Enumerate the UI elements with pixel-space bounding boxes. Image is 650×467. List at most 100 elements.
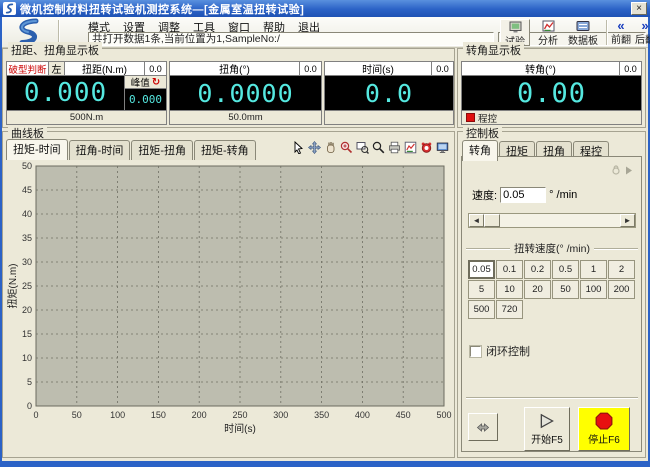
svg-text:25: 25	[22, 281, 32, 291]
closed-loop-checkbox[interactable]	[470, 346, 481, 357]
peak-label: 峰值	[131, 75, 150, 89]
angle-value: 0.0000	[170, 76, 321, 110]
snapshot-icon[interactable]	[419, 140, 433, 154]
toolbar-separator-2	[606, 20, 607, 45]
time-header-value: 0.0	[431, 62, 453, 75]
stop-button[interactable]: 停止F6	[578, 407, 630, 451]
hand-icon[interactable]	[323, 140, 337, 154]
databoard-button-label: 数据板	[568, 32, 598, 47]
svg-text:200: 200	[192, 410, 207, 420]
display-panel-group: 扭距、扭角显示板 破型判断 左 扭距(N.m) 0.0 0.000 峰值 ↻ 0…	[2, 48, 455, 128]
scroll-left-icon[interactable]: ◄	[469, 214, 484, 227]
rotation-display-unit: 转角(°) 0.0 0.00 程控	[461, 61, 642, 125]
speed-scrollbar[interactable]: ◄ ►	[468, 213, 636, 228]
svg-text:0: 0	[33, 410, 38, 420]
prev-button[interactable]: « 前翻	[610, 19, 632, 46]
control-tab-content: 速度: ° /min ◄ ► 扭转速度(° /min) 0.050.10.20.…	[461, 156, 642, 452]
speed-preset-button[interactable]: 0.2	[524, 260, 551, 279]
zoom-icon[interactable]	[371, 140, 385, 154]
svg-text:0: 0	[27, 401, 32, 411]
display-panel-group-title: 扭距、扭角显示板	[8, 42, 102, 58]
torque-display-unit: 破型判断 左 扭距(N.m) 0.0 0.000 峰值 ↻ 0.000 500N…	[6, 61, 167, 125]
speed-presets-group: 扭转速度(° /min) 0.050.10.20.512510205010020…	[466, 241, 638, 329]
rotation-header: 转角(°)	[462, 62, 619, 75]
speed-preset-button[interactable]: 0.05	[468, 260, 495, 279]
play-icon	[538, 412, 556, 430]
svg-text:150: 150	[151, 410, 166, 420]
curve-chart[interactable]: 0510152025303540455005010015020025030035…	[6, 160, 452, 456]
speed-preset-button[interactable]: 5	[468, 280, 495, 299]
svg-text:350: 350	[314, 410, 329, 420]
close-button[interactable]: ×	[631, 2, 647, 15]
curve-tab[interactable]: 扭矩-扭角	[131, 140, 193, 160]
torque-header-value: 0.0	[144, 62, 166, 75]
speed-label: 速度:	[472, 187, 497, 203]
speed-preset-button[interactable]: 1	[580, 260, 607, 279]
closed-loop-row[interactable]: 闭环控制	[470, 343, 530, 359]
speed-preset-button[interactable]: 720	[496, 300, 523, 319]
speed-row: 速度: ° /min	[472, 187, 577, 203]
speed-preset-button[interactable]: 100	[580, 280, 607, 299]
pointer-icon[interactable]	[291, 140, 305, 154]
window-border-bottom	[0, 461, 650, 467]
control-separator	[466, 397, 638, 399]
jog-button[interactable]	[468, 413, 498, 441]
scroll-right-icon[interactable]: ►	[620, 214, 635, 227]
speed-preset-button[interactable]: 10	[496, 280, 523, 299]
next-button[interactable]: » 后翻	[634, 19, 650, 46]
speed-preset-grid: 0.050.10.20.512 5102050100200 500720	[466, 260, 638, 319]
peak-column: 峰值 ↻ 0.000	[124, 76, 166, 110]
control-tab[interactable]: 转角	[462, 140, 498, 161]
speed-preset-button[interactable]: 20	[524, 280, 551, 299]
zoom-window-icon[interactable]	[355, 140, 369, 154]
prev-icon: «	[617, 20, 624, 31]
rotation-value: 0.00	[462, 76, 641, 110]
angle-header-value: 0.0	[299, 62, 321, 75]
window-title: 微机控制材料扭转试验机测控系统—[金属室温扭转试验]	[20, 1, 304, 17]
svg-text:15: 15	[22, 329, 32, 339]
svg-text:5: 5	[27, 377, 32, 387]
app-icon	[3, 2, 16, 15]
start-button[interactable]: 开始F5	[524, 407, 570, 451]
control-panel-group-title: 控制板	[463, 125, 502, 141]
curve-tab[interactable]: 扭矩-转角	[194, 140, 256, 160]
angle-header: 扭角(°)	[170, 62, 299, 75]
svg-text:35: 35	[22, 233, 32, 243]
speed-preset-button[interactable]: 0.1	[496, 260, 523, 279]
print-icon[interactable]	[387, 140, 401, 154]
torque-header: 扭距(N.m)	[65, 62, 144, 75]
peak-value: 0.000	[125, 89, 166, 110]
speed-preset-button[interactable]: 0.5	[552, 260, 579, 279]
zoom-in-icon[interactable]	[339, 140, 353, 154]
peak-refresh-icon[interactable]: ↻	[152, 78, 160, 87]
analysis-button-label: 分析	[538, 32, 558, 47]
pan-icon[interactable]	[307, 140, 321, 154]
monitor-icon[interactable]	[435, 140, 449, 154]
speed-preset-button[interactable]: 500	[468, 300, 495, 319]
speed-preset-button[interactable]: 2	[608, 260, 635, 279]
databoard-button[interactable]: 数据板	[564, 19, 602, 46]
svg-text:450: 450	[396, 410, 411, 420]
program-control-indicator-icon	[466, 113, 475, 122]
speed-preset-button[interactable]: 200	[608, 280, 635, 299]
tabpage-icons	[611, 165, 633, 175]
curve-tab[interactable]: 扭角-时间	[69, 140, 131, 160]
svg-text:300: 300	[273, 410, 288, 420]
scrollbar-thumb[interactable]	[484, 214, 500, 227]
curve-tabs: 扭矩-时间扭角-时间扭矩-扭角扭矩-转角	[6, 139, 257, 160]
databoard-icon	[576, 20, 590, 32]
svg-text:20: 20	[22, 305, 32, 315]
svg-text:45: 45	[22, 185, 32, 195]
svg-text:10: 10	[22, 353, 32, 363]
time-header: 时间(s)	[325, 62, 431, 75]
speed-input[interactable]	[500, 187, 546, 203]
direction-button[interactable]: 左	[49, 62, 65, 75]
report-chart-icon[interactable]	[403, 140, 417, 154]
svg-text:400: 400	[355, 410, 370, 420]
time-range-label	[325, 110, 453, 124]
analysis-button[interactable]: 分析	[534, 19, 562, 46]
play-small-icon	[625, 166, 633, 175]
speed-preset-button[interactable]: 50	[552, 280, 579, 299]
curve-tab[interactable]: 扭矩-时间	[6, 139, 68, 160]
curve-panel-group: 曲线板 扭矩-时间扭角-时间扭矩-扭角扭矩-转角 051015202530354…	[2, 131, 455, 458]
